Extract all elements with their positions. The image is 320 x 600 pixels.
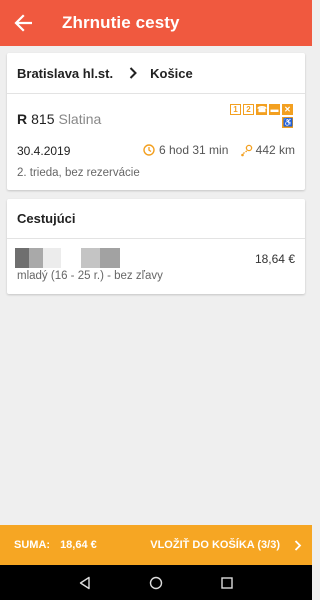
restaurant-icon: ✕ (282, 104, 293, 115)
train-details[interactable]: R 815 Slatina 1 2 ☎ ▬ ✕ ♿ 30.4.2019 6 hod … (7, 94, 305, 190)
duration-value: 6 hod 31 min (159, 143, 229, 157)
trip-summary-card: Bratislava hl.st. Košice R 815 Slatina 1 2… (7, 53, 305, 190)
route-pin-icon (240, 144, 252, 156)
route-from: Bratislava hl.st. (17, 65, 114, 81)
passengers-card: Cestujúci 18,64 € mladý (16 - 25 r.) - b… (7, 199, 305, 294)
arrow-left-icon (14, 14, 32, 32)
distance-value: 442 km (255, 143, 295, 157)
second-class-icon: 2 (243, 104, 254, 115)
route-row: Bratislava hl.st. Košice (7, 53, 305, 94)
amenities: 1 2 ☎ ▬ ✕ ♿ (221, 104, 293, 128)
phone-icon: ☎ (256, 104, 267, 115)
wheelchair-icon: ♿ (282, 117, 293, 128)
train-number: 815 (31, 111, 55, 127)
summary-bar: SUMA: 18,64 € VLOŽIŤ DO KOŠÍKA (3/3) (0, 525, 312, 565)
nav-back-icon[interactable] (78, 576, 92, 590)
first-class-icon: 1 (230, 104, 241, 115)
train-identifier: R 815 Slatina (17, 111, 101, 127)
duration: 6 hod 31 min (143, 143, 228, 157)
back-button[interactable] (0, 0, 46, 46)
chevron-right-icon (294, 539, 302, 551)
distance: 442 km (240, 143, 295, 157)
sum-value: 18,64 € (60, 539, 97, 551)
clock-icon (143, 144, 155, 156)
chevron-right-icon (129, 67, 138, 79)
system-nav-bar (0, 565, 312, 600)
passenger-name-redacted (15, 248, 120, 268)
passenger-row[interactable]: 18,64 € mladý (16 - 25 r.) - bez zľavy (7, 239, 305, 294)
nav-recents-icon[interactable] (220, 576, 234, 590)
app-bar: Zhrnutie cesty (0, 0, 312, 46)
train-name: Slatina (58, 111, 102, 127)
passenger-price: 18,64 € (254, 252, 295, 266)
add-to-cart-label: VLOŽIŤ DO KOŠÍKA (3/3) (150, 539, 280, 551)
train-category: R (17, 111, 28, 127)
nav-home-icon[interactable] (149, 576, 163, 590)
travel-date: 30.4.2019 (17, 144, 71, 158)
page-title: Zhrnutie cesty (62, 13, 180, 32)
route-to: Košice (150, 65, 193, 81)
passengers-title: Cestujúci (7, 199, 305, 239)
add-to-cart-button[interactable]: VLOŽIŤ DO KOŠÍKA (3/3) (150, 539, 302, 551)
bed-icon: ▬ (269, 104, 280, 115)
passenger-type: mladý (16 - 25 r.) - bez zľavy (17, 270, 163, 282)
sum-label: SUMA: (14, 539, 51, 551)
class-info: 2. trieda, bez rezervácie (17, 167, 140, 179)
